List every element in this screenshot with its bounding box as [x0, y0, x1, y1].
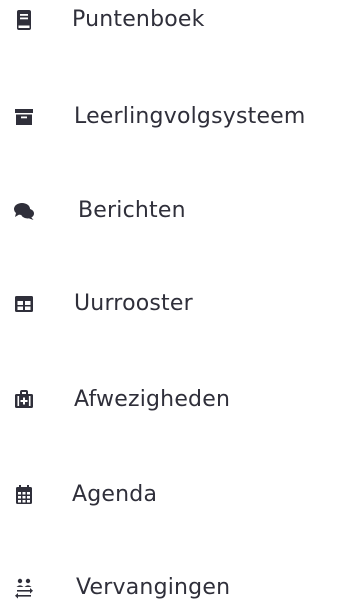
- nav-item-label: Puntenboek: [72, 7, 205, 32]
- nav-item-vervangingen[interactable]: Vervangingen: [0, 568, 359, 608]
- nav-item-label: Berichten: [78, 198, 186, 223]
- book-icon: [12, 8, 36, 32]
- nav-item-label: Uurrooster: [74, 291, 193, 316]
- chat-bubbles-icon: [12, 199, 36, 223]
- archive-box-icon: [12, 105, 36, 129]
- nav-item-label: Vervangingen: [76, 575, 231, 600]
- table-grid-icon: [12, 292, 36, 316]
- nav-item-label: Agenda: [72, 482, 158, 507]
- nav-item-puntenboek[interactable]: Puntenboek: [0, 0, 359, 40]
- nav-item-agenda[interactable]: Agenda: [0, 475, 359, 515]
- nav-item-berichten[interactable]: Berichten: [0, 191, 359, 231]
- nav-item-leerlingvolgsysteem[interactable]: Leerlingvolgsysteem: [0, 97, 359, 137]
- calendar-icon: [12, 483, 36, 507]
- nav-item-uurrooster[interactable]: Uurrooster: [0, 284, 359, 324]
- nav-item-label: Leerlingvolgsysteem: [74, 104, 306, 129]
- nav-item-afwezigheden[interactable]: Afwezigheden: [0, 380, 359, 420]
- medical-kit-icon: [12, 388, 36, 412]
- nav-item-label: Afwezigheden: [74, 387, 231, 412]
- swap-users-icon: [12, 576, 36, 600]
- sidebar-nav: Puntenboek Leerlingvolgsysteem Berichten: [0, 0, 359, 608]
